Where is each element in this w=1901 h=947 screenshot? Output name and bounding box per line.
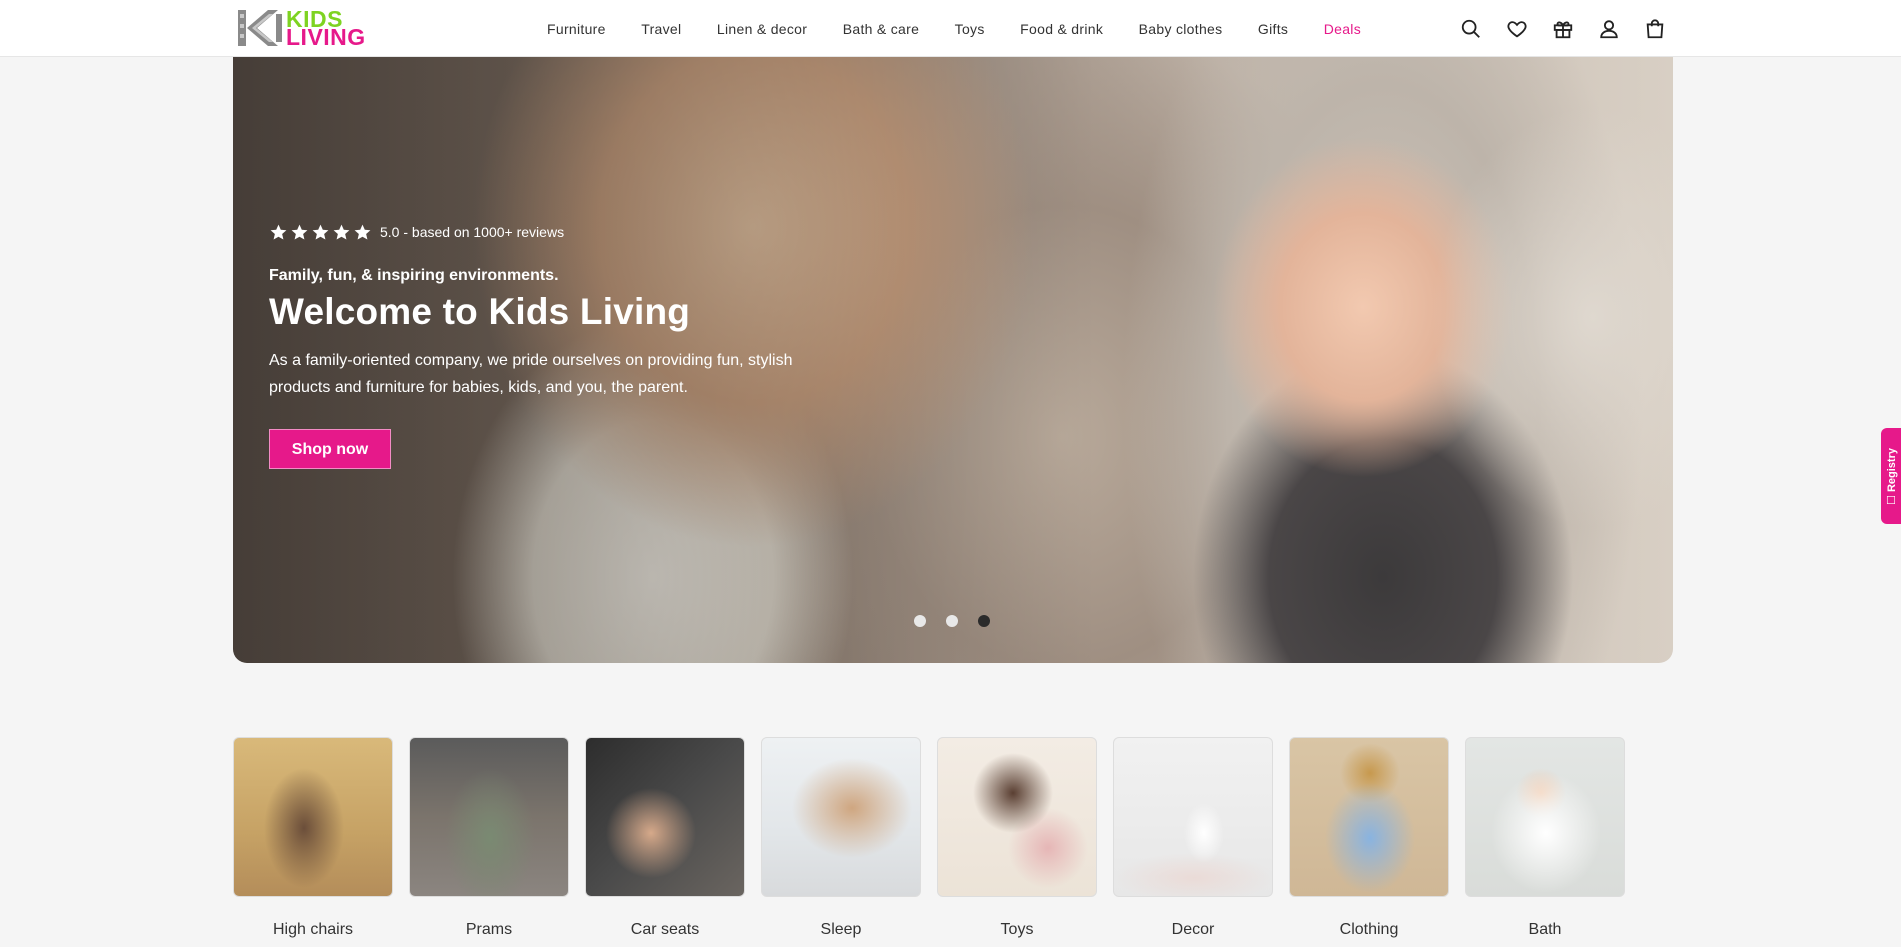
gift-icon[interactable] [1548,14,1578,44]
category-image-prams [409,737,569,897]
nav-furniture[interactable]: Furniture [547,21,606,37]
nav-toys[interactable]: Toys [955,21,985,37]
carousel-dot-1[interactable] [914,615,926,627]
nav-linen-decor[interactable]: Linen & decor [717,21,807,37]
review-rating: 5.0 - based on 1000+ reviews [269,221,829,243]
category-label: Sleep [820,921,862,938]
bag-icon[interactable] [1640,14,1670,44]
category-sleep[interactable]: Sleep [761,737,921,939]
category-image-decor [1113,737,1273,897]
rating-text: 5.0 - based on 1000+ reviews [380,224,565,240]
category-image-clothing [1289,737,1449,897]
shop-now-button[interactable]: Shop now [269,429,391,469]
category-label: High chairs [272,921,354,938]
category-decor[interactable]: Decor [1113,737,1273,939]
heart-icon[interactable] [1502,14,1532,44]
category-label: Toys [1000,921,1034,938]
carousel-dots [914,615,1010,627]
hero-banner: 5.0 - based on 1000+ reviews Family, fun… [233,57,1673,663]
category-image-high-chairs [233,737,393,897]
hero-description: As a family-oriented company, we pride o… [269,352,793,396]
category-image-sleep [761,737,921,897]
search-icon[interactable] [1456,14,1486,44]
logo-living-text: LIVING [286,24,366,50]
category-car-seats[interactable]: Car seats [585,737,745,939]
hero-content: 5.0 - based on 1000+ reviews Family, fun… [269,221,829,469]
registry-text: Registry [1885,447,1898,492]
category-prams[interactable]: Prams [409,737,569,939]
category-image-toys [937,737,1097,897]
nav-bath-care[interactable]: Bath & care [843,21,919,37]
nav-deals[interactable]: Deals [1324,21,1361,37]
header-actions [1456,14,1670,44]
registry-tab[interactable]: ☐ Registry [1881,428,1901,524]
nav-food-drink[interactable]: Food & drink [1020,21,1103,37]
hero-eyebrow: Family, fun, & inspiring environments. [269,267,559,284]
category-high-chairs[interactable]: High chairs [233,737,393,939]
category-toys[interactable]: Toys [937,737,1097,939]
main-nav: Furniture Travel Linen & decor Bath & ca… [547,0,1397,57]
account-icon[interactable] [1594,14,1624,44]
category-label: Decor [1171,921,1215,938]
category-bath[interactable]: Bath [1465,737,1625,939]
registry-label: ☐ Registry [1885,448,1898,505]
star-icon [354,224,371,240]
category-image-bath [1465,737,1625,897]
site-header: KIDS LIVING Furniture Travel Linen & dec… [0,0,1901,57]
gift-icon: ☐ [1885,494,1898,505]
logo-mark-icon [238,8,284,48]
rating-stars [269,223,374,242]
carousel-dot-2[interactable] [946,615,958,627]
category-clothing[interactable]: Clothing [1289,737,1449,939]
nav-baby-clothes[interactable]: Baby clothes [1139,21,1223,37]
star-icon [270,224,287,240]
nav-gifts[interactable]: Gifts [1258,21,1288,37]
category-image-car-seats [585,737,745,897]
carousel-dot-3[interactable] [978,615,990,627]
star-icon [312,224,329,240]
hero-title: Welcome to Kids Living [269,291,691,332]
star-icon [291,224,308,240]
category-label: Clothing [1339,921,1399,938]
category-strip: High chairs Prams Car seats Sleep Toys D… [233,737,1641,939]
kids-living-logo[interactable]: KIDS LIVING [238,8,398,50]
category-label: Prams [465,921,513,938]
nav-travel[interactable]: Travel [641,21,681,37]
category-label: Bath [1528,921,1562,938]
category-label: Car seats [630,921,700,938]
star-icon [333,224,350,240]
